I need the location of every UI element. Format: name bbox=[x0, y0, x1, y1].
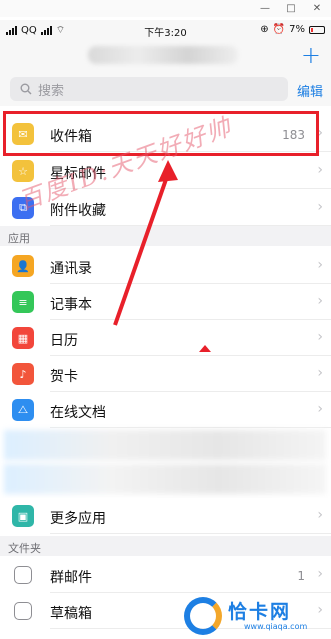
brand-url: www.qiaqa.com bbox=[244, 622, 308, 631]
brand-logo: 恰卡网 www.qiaqa.com bbox=[184, 595, 331, 639]
brand-name: 恰卡网 bbox=[228, 601, 292, 623]
brand-ring-icon bbox=[184, 597, 222, 635]
